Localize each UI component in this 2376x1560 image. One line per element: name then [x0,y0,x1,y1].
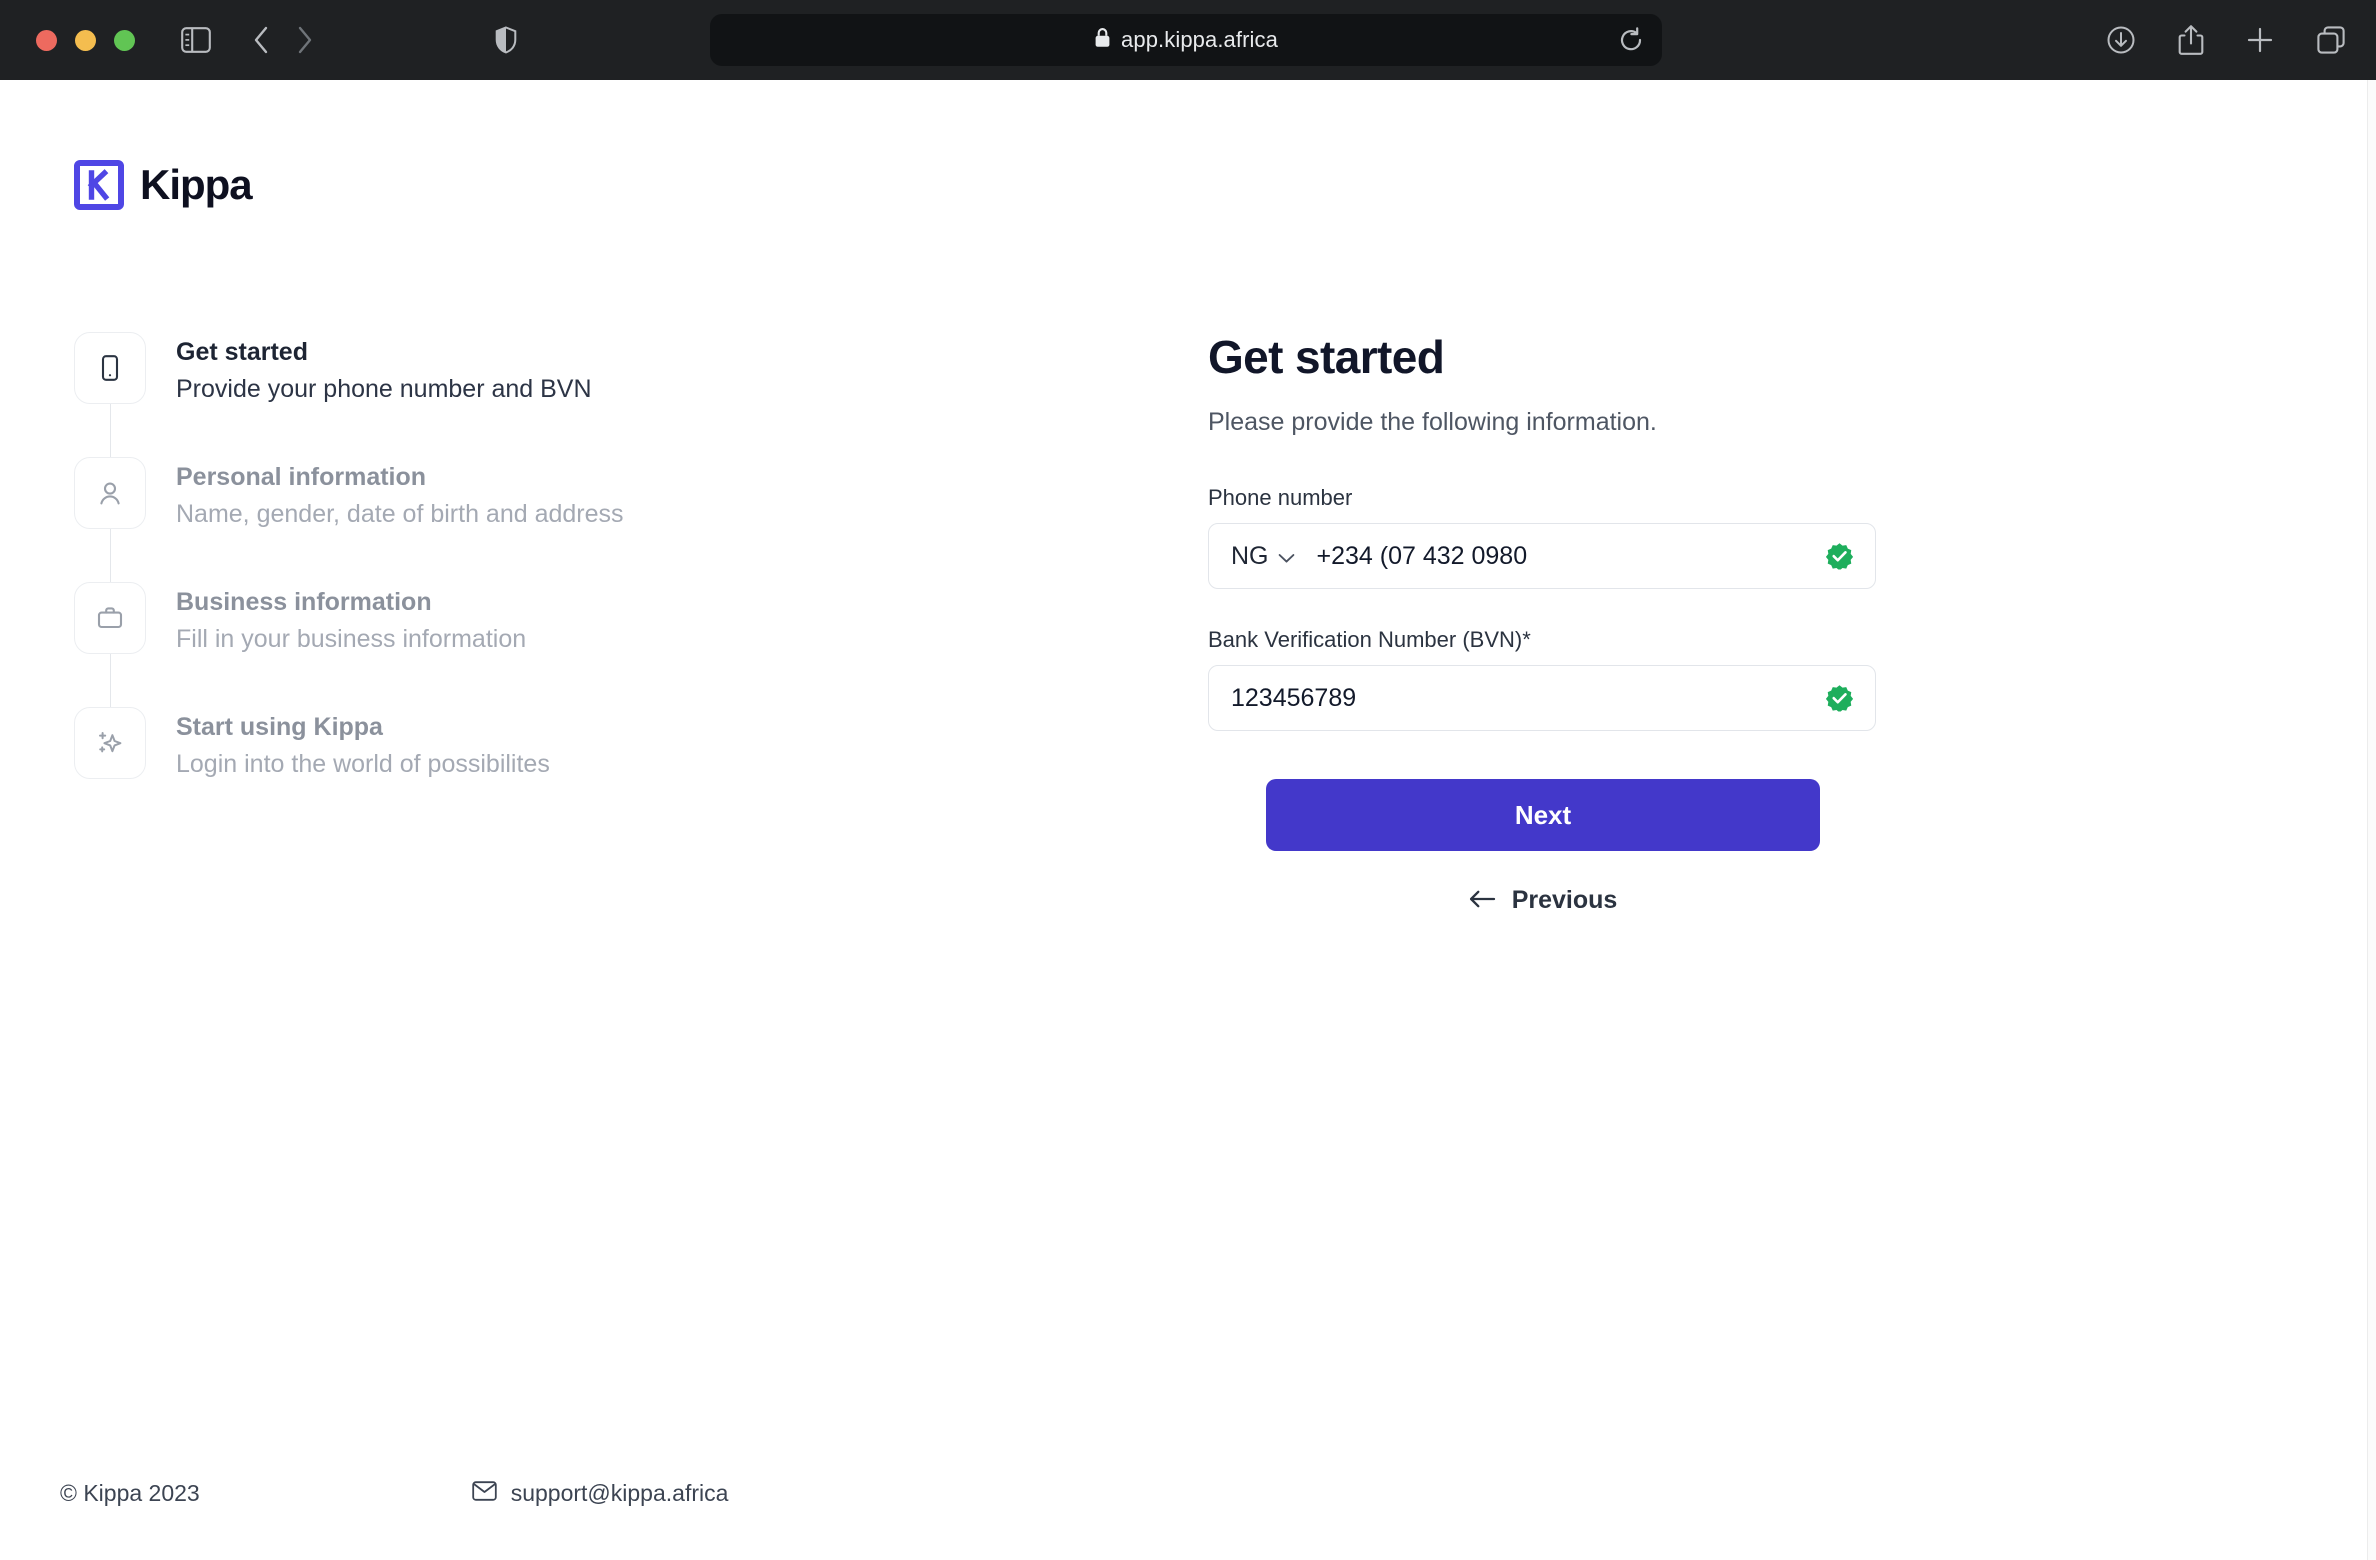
step-get-started[interactable]: Get started Provide your phone number an… [74,332,794,457]
tab-overview-icon[interactable] [2316,25,2346,55]
url-text: app.kippa.africa [1121,27,1278,52]
browser-toolbar: app.kippa.africa [0,0,2376,80]
arrow-left-icon [1469,886,1496,915]
step-subtitle: Login into the world of possibilites [176,750,550,779]
previous-button[interactable]: Previous [1266,886,1820,915]
sparkles-icon [74,707,146,779]
step-subtitle: Fill in your business information [176,625,527,654]
reload-icon[interactable] [1618,27,1644,53]
back-arrow-icon[interactable] [251,25,271,55]
mobile-phone-icon [74,332,146,404]
forward-arrow-icon[interactable] [295,25,315,55]
page-scrollbar[interactable] [2367,80,2376,1560]
country-code-select[interactable]: NG [1231,542,1295,571]
lock-icon [1094,27,1111,53]
country-code-value: NG [1231,541,1269,570]
phone-verified-badge [1826,543,1853,570]
minimize-window-button[interactable] [75,29,96,51]
maximize-window-button[interactable] [114,29,135,51]
support-email-link[interactable]: support@kippa.africa [472,1480,729,1507]
step-title: Start using Kippa [176,713,383,741]
step-subtitle: Provide your phone number and BVN [176,375,592,404]
envelope-icon [472,1480,497,1507]
phone-number-field-group: Phone number NG [1208,485,1888,589]
close-window-button[interactable] [36,29,57,51]
briefcase-icon [74,582,146,654]
step-connector [110,529,111,582]
plus-icon[interactable] [2246,26,2274,54]
page-footer: © Kippa 2023 support@kippa.africa [60,1480,728,1507]
share-icon[interactable] [2178,24,2204,56]
step-start-using-kippa[interactable]: Start using Kippa Login into the world o… [74,707,794,782]
step-connector [110,404,111,457]
onboarding-stepper: Get started Provide your phone number an… [74,332,794,782]
bvn-input-shell[interactable] [1208,665,1876,731]
window-traffic-lights [36,29,135,51]
step-text: Personal information Name, gender, date … [176,457,624,532]
bvn-field-group: Bank Verification Number (BVN)* [1208,627,1888,731]
brand-name: Kippa [140,161,253,208]
step-personal-information[interactable]: Personal information Name, gender, date … [74,457,794,582]
phone-number-input-shell[interactable]: NG [1208,523,1876,589]
step-text: Business information Fill in your busine… [176,582,526,657]
bvn-input[interactable] [1231,683,1853,713]
chevron-down-icon [1278,542,1295,571]
copyright-text: © Kippa 2023 [60,1480,200,1506]
url-bar[interactable]: app.kippa.africa [710,14,1662,66]
url-display: app.kippa.africa [1094,27,1278,53]
phone-number-input[interactable] [1316,541,1853,571]
browser-right-actions [2106,0,2346,80]
downloads-icon[interactable] [2106,25,2136,55]
kippa-logo[interactable]: Kippa [74,160,253,210]
step-subtitle: Name, gender, date of birth and address [176,500,624,529]
step-title: Get started [176,338,308,366]
privacy-shield-icon[interactable] [495,26,517,54]
phone-number-label: Phone number [1208,485,1353,510]
sidebar-toggle-icon[interactable] [181,27,211,53]
step-title: Business information [176,588,432,616]
page-content: Kippa Get started Provide your phone num… [0,80,2376,1560]
bvn-verified-badge [1826,685,1853,712]
bvn-label: Bank Verification Number (BVN)* [1208,627,1531,652]
kippa-logo-mark [74,160,124,210]
step-text: Get started Provide your phone number an… [176,332,592,407]
onboarding-form: Get started Please provide the following… [1208,330,1888,915]
page-title: Get started [1208,331,1445,383]
step-title: Personal information [176,463,427,491]
step-text: Start using Kippa Login into the world o… [176,707,550,782]
next-button[interactable]: Next [1266,779,1820,851]
page-subtitle: Please provide the following information… [1208,408,1657,436]
step-connector [110,654,111,707]
user-icon [74,457,146,529]
support-email-text: support@kippa.africa [510,1480,729,1506]
previous-label: Previous [1511,886,1618,914]
step-business-information[interactable]: Business information Fill in your busine… [74,582,794,707]
